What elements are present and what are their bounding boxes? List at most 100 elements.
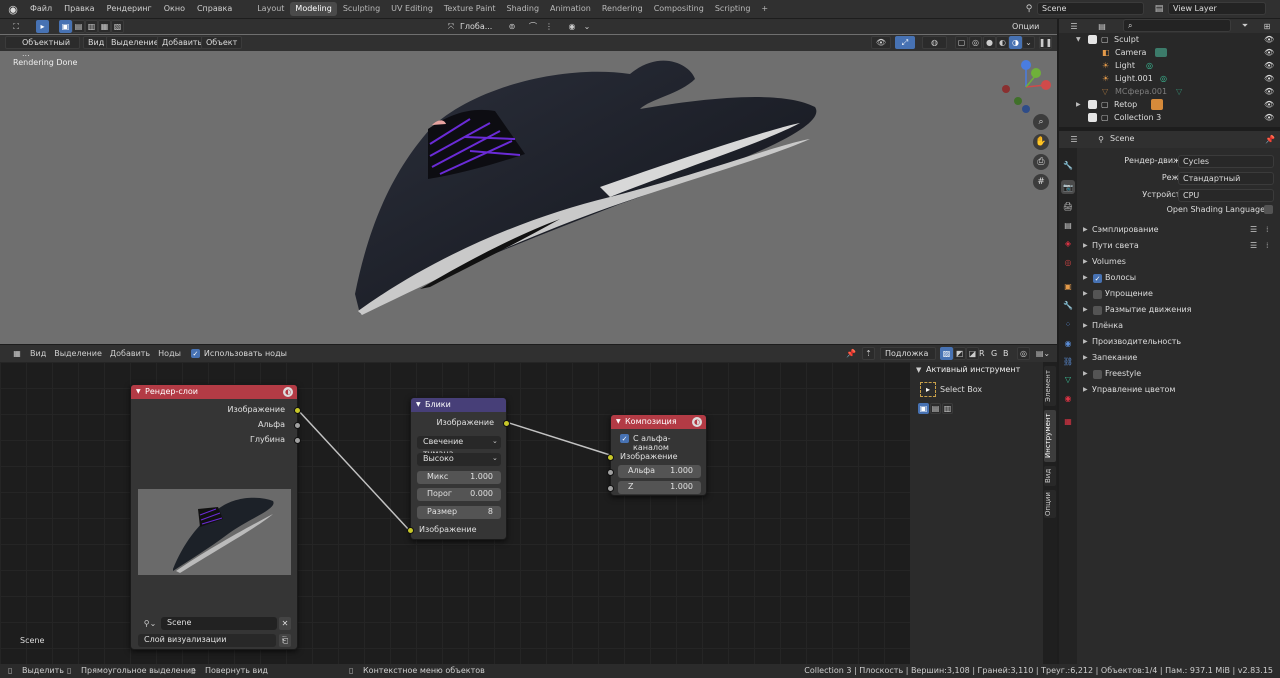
render-tab-icon[interactable]: 📷	[1061, 180, 1075, 194]
menu-select[interactable]: Выделение	[106, 36, 164, 49]
outliner-item-camera[interactable]: ◧ Camera 👁	[1059, 46, 1280, 59]
select-invert-icon[interactable]: ▦	[98, 20, 111, 33]
tab-sculpting[interactable]: Sculpting	[338, 2, 385, 16]
backdrop-alpha-icon[interactable]: ◩	[953, 347, 966, 360]
outliner-item-retop[interactable]: ▶ ▢ Retop 👁	[1059, 98, 1280, 111]
rendered-shading-icon[interactable]: ◑	[1009, 36, 1022, 49]
tab-compositing[interactable]: Compositing	[649, 2, 709, 16]
eye-icon[interactable]: 👁	[1264, 59, 1274, 72]
display-mode-icon[interactable]: ▤	[1093, 20, 1111, 32]
xray-icon[interactable]: ▢	[955, 36, 968, 49]
presets-icon[interactable]: ☰	[1250, 222, 1257, 238]
camera-data-icon[interactable]	[1155, 48, 1167, 57]
composite-alpha-field[interactable]: Альфа 1.000	[618, 465, 701, 478]
render-layer-icon[interactable]: ⎗	[279, 634, 291, 647]
select-subtract-icon[interactable]: ▥	[85, 20, 98, 33]
composite-z-field[interactable]: Z 1.000	[618, 481, 701, 494]
modifier-tab-icon[interactable]: 🔧	[1061, 298, 1075, 312]
glare-output-socket[interactable]	[503, 420, 510, 427]
particles-tab-icon[interactable]: ⁘	[1061, 317, 1075, 331]
pivot-icon[interactable]: ⊚	[504, 21, 520, 32]
glare-input-socket[interactable]	[407, 527, 414, 534]
data-tab-icon[interactable]: ▽	[1061, 372, 1075, 386]
expand-arrow-icon[interactable]: ▶	[1076, 98, 1081, 111]
drag-handle-icon[interactable]: ⁞	[1266, 222, 1269, 238]
panel-simplify[interactable]: ▶ Упрощение	[1077, 286, 1280, 302]
menu-file[interactable]: Файл	[24, 0, 58, 18]
select-intersect-icon[interactable]: ▧	[111, 20, 124, 33]
exclude-checkbox[interactable]	[1088, 35, 1097, 44]
zoom-icon[interactable]: ⌕	[1033, 114, 1049, 130]
mode-new-icon[interactable]: ▣	[918, 403, 929, 414]
mesh-child-icon[interactable]	[1151, 99, 1163, 110]
glare-node[interactable]: ▼ Блики Изображение Свечение тумана ⌄ Вы…	[407, 397, 510, 540]
pin-icon[interactable]: 📌	[846, 348, 856, 358]
node-menu-add[interactable]: Добавить	[106, 345, 154, 363]
menu-help[interactable]: Справка	[191, 0, 238, 18]
glare-type-dropdown[interactable]: Свечение тумана	[417, 436, 501, 458]
transform-orientation-icon[interactable]: ⤧	[446, 21, 456, 32]
render-layers-node[interactable]: ▼ Рендер-слои ◐ Изображение Альфа Глубин…	[130, 384, 301, 650]
scene-browse-icon[interactable]: ⚲⌄	[139, 617, 161, 630]
tab-rendering[interactable]: Rendering	[597, 2, 648, 16]
menu-edit[interactable]: Правка	[58, 0, 100, 18]
options-dropdown[interactable]: Опции	[1012, 20, 1039, 33]
clear-scene-icon[interactable]: ✕	[279, 617, 291, 630]
output-image-socket[interactable]	[294, 407, 301, 414]
use-nodes-checkbox[interactable]: ✓	[190, 349, 200, 358]
backdrop-mix-icon[interactable]: ◪	[966, 347, 979, 360]
world-tab-icon[interactable]: ◎	[1061, 255, 1075, 269]
pin-icon[interactable]: 📌	[1264, 133, 1276, 145]
3d-viewport[interactable]: Rendering Done ⌕ ✋ ⎙ #	[0, 19, 1057, 344]
glare-quality-dropdown[interactable]: Высоко	[417, 453, 501, 466]
light-data-icon[interactable]: ◎	[1146, 59, 1153, 72]
node-overlay-icon[interactable]: ▤⌄	[1033, 348, 1053, 359]
outliner-item-light-001[interactable]: ☀ Light.001 ◎ 👁	[1059, 72, 1280, 85]
material-shading-icon[interactable]: ◐	[996, 36, 1009, 49]
menu-object[interactable]: Объект	[201, 36, 243, 49]
freestyle-checkbox[interactable]	[1093, 370, 1102, 379]
backdrop-move-icon[interactable]: ⇡	[862, 347, 875, 360]
overlays-icon[interactable]: ◍	[922, 36, 947, 49]
tool-tab-icon[interactable]: 🔧	[1061, 158, 1075, 172]
select-new-icon[interactable]: ▣	[59, 20, 72, 33]
outliner-item-collection-3[interactable]: ▢ Collection 3 👁	[1059, 111, 1280, 124]
view-layer-selector[interactable]: View Layer	[1168, 2, 1266, 15]
constraints-tab-icon[interactable]: ⛓	[1061, 354, 1075, 368]
outliner-item-light[interactable]: ☀ Light ◎ 👁	[1059, 59, 1280, 72]
composite-node-header[interactable]: ▼ Композиция ◐	[611, 415, 706, 429]
presets-icon[interactable]: ☰	[1250, 238, 1257, 254]
editor-type-icon[interactable]: ⛶	[8, 21, 24, 32]
tab-uv-editing[interactable]: UV Editing	[386, 2, 438, 16]
snap-icon[interactable]: ⌒	[527, 21, 539, 32]
panel-hair[interactable]: ▶ ✓ Волосы	[1077, 270, 1280, 286]
wireframe-shading-icon[interactable]: ◎	[969, 36, 982, 49]
outliner-type-icon[interactable]: ☰	[1065, 20, 1083, 32]
eye-icon[interactable]: 👁	[1264, 111, 1274, 124]
panel-film[interactable]: ▶ Плёнка	[1077, 318, 1280, 334]
channel-b[interactable]: B	[1003, 347, 1013, 360]
use-alpha-checkbox[interactable]: ✓	[620, 434, 629, 443]
channel-r[interactable]: R	[979, 347, 989, 360]
mode-dropdown[interactable]: Объектный ...	[5, 36, 80, 58]
tab-tool[interactable]: Инструмент	[1044, 410, 1056, 462]
mode-extend-icon[interactable]: ▤	[930, 403, 941, 414]
scene-icon[interactable]: ⚲	[1023, 3, 1035, 15]
panel-sampling[interactable]: ▶ Сэмплирование ☰ ⁞	[1077, 222, 1280, 238]
expand-arrow-icon[interactable]: ▼	[1076, 33, 1081, 46]
render-icon[interactable]: ◐	[283, 387, 293, 397]
composite-z-socket[interactable]	[607, 485, 614, 492]
panel-volumes[interactable]: ▶ Volumes	[1077, 254, 1280, 270]
tab-animation[interactable]: Animation	[545, 2, 596, 16]
outliner-item-sculpt[interactable]: ▼ ▢ Sculpt 👁	[1059, 33, 1280, 46]
tab-texture-paint[interactable]: Texture Paint	[439, 2, 501, 16]
panel-bake[interactable]: ▶ Запекание	[1077, 350, 1280, 366]
light-data-icon[interactable]: ◎	[1160, 72, 1167, 85]
menu-render[interactable]: Рендеринг	[101, 0, 158, 18]
node-menu-nodes[interactable]: Ноды	[154, 345, 185, 363]
tab-shading[interactable]: Shading	[502, 2, 545, 16]
composite-image-socket[interactable]	[607, 454, 614, 461]
tab-modeling[interactable]: Modeling	[290, 2, 337, 16]
scene-tab-icon[interactable]: ◈	[1061, 236, 1075, 250]
backdrop-settings-icon[interactable]: ◎	[1017, 347, 1030, 360]
